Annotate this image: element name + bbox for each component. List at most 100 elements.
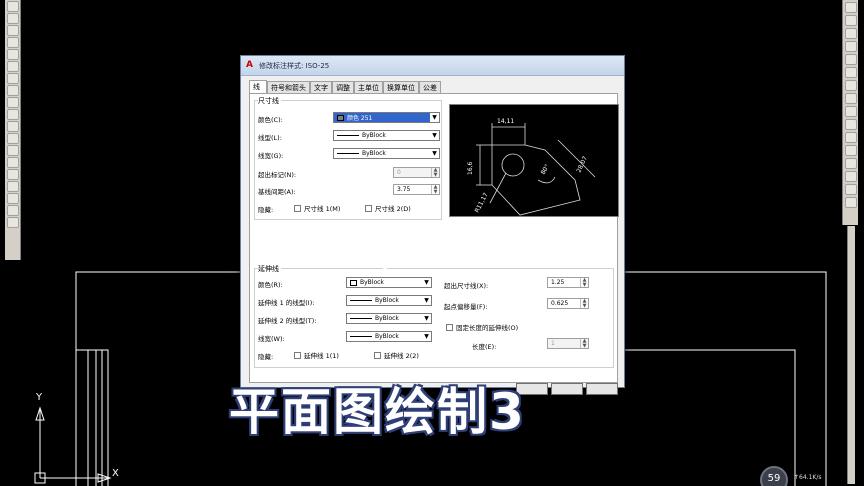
length-label: 长度(E): [472,343,497,351]
spin-arrows-icon[interactable]: ▲ ▼ [431,168,439,177]
tab-text[interactable]: 文字 [310,81,332,93]
dim-linetype-value: ByBlock [362,132,386,139]
y-axis-label: Y [36,392,43,403]
ext1-linetype-dropdown[interactable]: ByBlock ▼ [346,295,432,306]
extend-ticks-spinner[interactable]: 0 ▲ ▼ [393,167,440,178]
line-sample-icon [350,318,372,319]
dialog-titlebar[interactable]: A 修改标注样式: ISO-25 [241,56,624,76]
region-icon[interactable] [7,193,19,204]
dialog-title: 修改标注样式: ISO-25 [259,61,330,70]
table-icon[interactable] [7,205,19,216]
wall-outline [75,271,240,486]
ext-color-dropdown[interactable]: ByBlock ▼ [346,277,432,288]
trim-icon[interactable] [845,119,857,130]
line-tool-icon[interactable] [7,1,19,12]
dim-lineweight-label: 线宽(G): [258,152,284,160]
circle-icon[interactable] [7,73,19,84]
suppress-dim-line-1-checkbox[interactable]: 尺寸线 1(M) [294,203,340,213]
suppress-ext-line-1-checkbox[interactable]: 延伸线 1(1) [294,350,339,360]
help-button[interactable] [586,383,618,395]
rectangle-icon[interactable] [7,49,19,60]
break-icon[interactable] [845,145,857,156]
move-icon[interactable] [845,67,857,78]
spin-arrows-icon[interactable]: ▲ ▼ [431,185,439,194]
baseline-spacing-value: 3.75 [397,186,411,193]
explode-icon[interactable] [845,197,857,208]
ext-lineweight-dropdown[interactable]: ByBlock ▼ [346,331,432,342]
dim-lineweight-dropdown[interactable]: ByBlock ▼ [333,148,440,159]
cancel-button[interactable] [551,383,583,395]
construction-line-icon[interactable] [7,13,19,24]
rotate-icon[interactable] [845,80,857,91]
chevron-down-icon: ▼ [424,315,429,322]
ext1-linetype-label: 延伸线 1 的线型(I): [258,299,315,307]
join-icon[interactable] [845,158,857,169]
polygon-icon[interactable] [7,37,19,48]
ext2-linetype-dropdown[interactable]: ByBlock ▼ [346,313,432,324]
dim-suppress-label: 隐藏: [258,206,274,214]
fillet-icon[interactable] [845,184,857,195]
tab-primary-units[interactable]: 主单位 [354,81,383,93]
length-spinner[interactable]: 1 ▲ ▼ [547,338,589,349]
vertical-scrollbar[interactable] [847,226,855,484]
insert-block-icon[interactable] [7,133,19,144]
mirror-icon[interactable] [845,28,857,39]
tab-alternate-units[interactable]: 换算单位 [383,81,419,93]
tab-tolerances[interactable]: 公差 [419,81,441,93]
baseline-spacing-spinner[interactable]: 3.75 ▲ ▼ [393,184,440,195]
offset-icon[interactable] [845,41,857,52]
hatch-icon[interactable] [7,169,19,180]
extend-ticks-label: 超出标记(N): [258,171,297,179]
extend-icon[interactable] [845,132,857,143]
checkbox-box [374,351,381,359]
fixed-length-checkbox[interactable]: 固定长度的延伸线(O) [446,322,518,332]
extend-beyond-value: 1.25 [551,279,565,286]
mtext-icon[interactable] [7,217,19,228]
extend-ticks-value: 0 [397,169,401,176]
gradient-icon[interactable] [7,181,19,192]
line-sample-icon [350,336,372,337]
erase-icon[interactable] [845,2,857,13]
preview-dim-right: 28,07 [575,155,589,174]
arc-icon[interactable] [7,61,19,72]
spline-icon[interactable] [7,97,19,108]
checkbox-box [446,323,453,331]
array-icon[interactable] [845,54,857,65]
spin-arrows-icon[interactable]: ▲ ▼ [580,339,588,348]
offset-label: 起点偏移量(F): [444,303,488,311]
tab-symbols-arrows[interactable]: 符号和箭头 [267,81,310,93]
offset-spinner[interactable]: 0.625 ▲ ▼ [547,298,589,309]
tab-lines[interactable]: 线 [249,80,267,93]
chevron-down-icon: ▼ [432,150,437,157]
suppress-ext-line-1-label: 延伸线 1(1) [304,352,339,360]
preview-dim-angle: 80° [540,163,551,176]
dialog-buttons [516,383,618,395]
dim-color-label: 颜色(C): [258,116,283,124]
suppress-dim-line-1-label: 尺寸线 1(M) [304,205,341,213]
revcloud-icon[interactable] [7,85,19,96]
spin-arrows-icon[interactable]: ▲ ▼ [580,278,588,287]
copy-icon[interactable] [845,15,857,26]
chevron-down-icon: ▼ [424,333,429,340]
ellipse-arc-icon[interactable] [7,121,19,132]
ellipse-icon[interactable] [7,109,19,120]
mouse-cursor-icon [383,268,387,276]
spin-arrows-icon[interactable]: ▲ ▼ [580,299,588,308]
dim-color-dropdown[interactable]: 颜色 251 ▼ [333,112,440,123]
preview-dim-top: 14,11 [497,118,514,125]
length-value: 1 [551,340,555,347]
scale-icon[interactable] [845,93,857,104]
point-icon[interactable] [7,157,19,168]
wall-outline-right [625,271,827,486]
polyline-icon[interactable] [7,25,19,36]
suppress-dim-line-2-checkbox[interactable]: 尺寸线 2(D) [365,203,411,213]
stretch-icon[interactable] [845,106,857,117]
chamfer-icon[interactable] [845,171,857,182]
extend-beyond-spinner[interactable]: 1.25 ▲ ▼ [547,277,589,288]
offset-value: 0.625 [551,300,569,307]
tab-fit[interactable]: 调整 [332,81,354,93]
suppress-ext-line-2-checkbox[interactable]: 延伸线 2(2) [374,350,419,360]
make-block-icon[interactable] [7,145,19,156]
chevron-down-icon: ▼ [424,279,429,286]
dim-linetype-dropdown[interactable]: ByBlock ▼ [333,130,440,141]
